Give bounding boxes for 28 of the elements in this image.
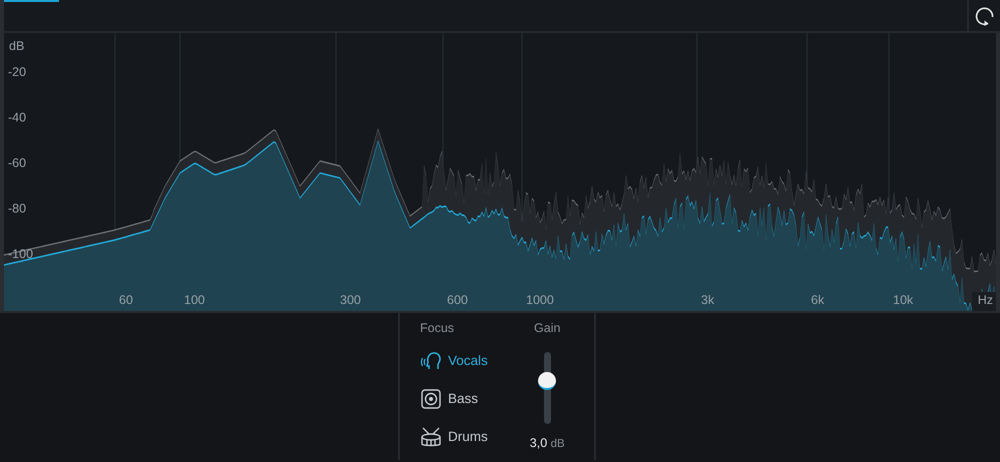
- focus-option[interactable]: Drums: [420, 418, 488, 456]
- y-axis-label: -40: [8, 110, 26, 124]
- x-axis-label: 60: [119, 293, 133, 307]
- gain-value: 3,0 dB: [530, 434, 565, 452]
- x-axis-unit: Hz: [978, 293, 993, 307]
- reload-icon[interactable]: [974, 6, 994, 26]
- gain-slider[interactable]: [538, 352, 556, 424]
- gain-title: Gain: [534, 320, 560, 337]
- singing-head-icon: [420, 350, 442, 372]
- x-axis-label: 600: [447, 293, 468, 307]
- x-axis-label: 6k: [811, 293, 824, 307]
- focus-option[interactable]: Vocals: [420, 342, 488, 380]
- x-axis-label: 100: [184, 293, 205, 307]
- focus-option[interactable]: Bass: [420, 380, 478, 418]
- x-axis-label: 300: [340, 293, 361, 307]
- y-axis-label: -80: [8, 202, 26, 216]
- y-axis-unit: dB: [9, 39, 24, 53]
- x-axis-label: 1000: [526, 293, 554, 307]
- x-axis-label: 3k: [701, 293, 714, 307]
- y-axis-label: -20: [8, 65, 26, 79]
- y-axis-label: -100: [8, 247, 34, 261]
- slider-thumb[interactable]: [538, 372, 556, 390]
- active-tab-indicator: [4, 0, 59, 2]
- x-axis-label: 10k: [893, 293, 914, 307]
- speaker-icon: [420, 388, 442, 410]
- drum-icon: [420, 426, 442, 448]
- focus-title: Focus: [420, 320, 456, 337]
- y-axis-label: -60: [8, 156, 26, 170]
